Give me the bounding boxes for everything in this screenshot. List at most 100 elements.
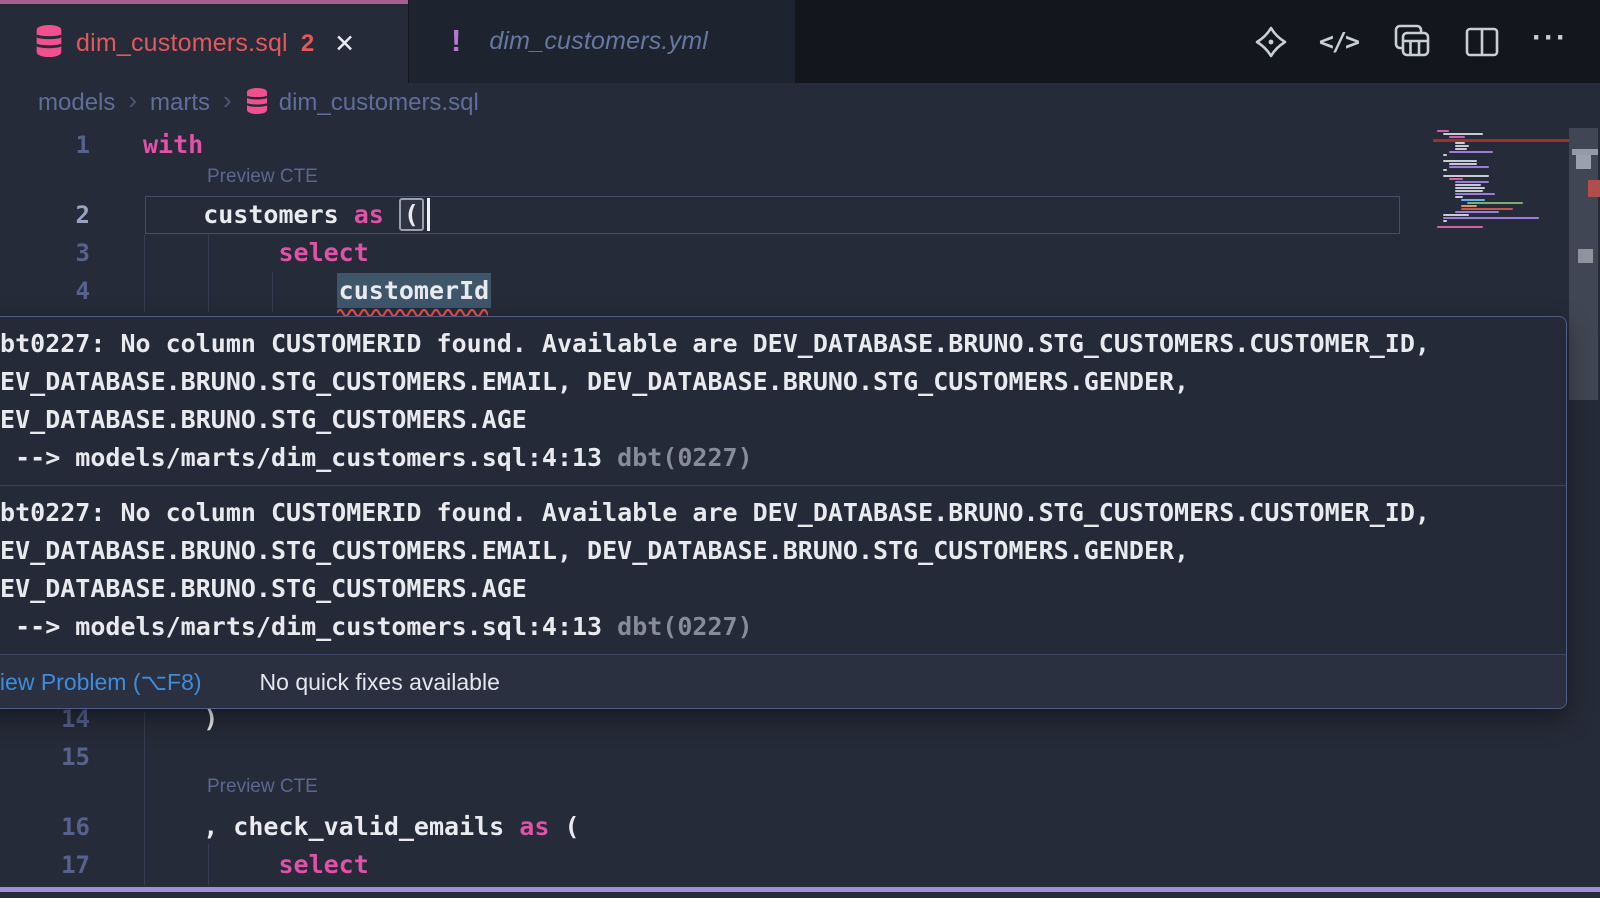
code-line[interactable]: select — [143, 234, 369, 272]
code-token — [143, 238, 278, 267]
line-number: 1 — [0, 126, 90, 164]
error-message-block: dbt0227: No column CUSTOMERID found. Ava… — [0, 317, 1566, 485]
error-message-line: DEV_DATABASE.BRUNO.STG_CUSTOMERS.EMAIL, … — [0, 532, 1566, 570]
tab-dim-customers-yml[interactable]: ! dim_customers.yml — [409, 0, 795, 83]
error-hover-tooltip: dbt0227: No column CUSTOMERID found. Ava… — [0, 316, 1567, 709]
line-number: 4 — [0, 272, 90, 310]
close-icon[interactable]: ✕ — [334, 29, 355, 59]
breadcrumb: models › marts › dim_customers.sql — [0, 83, 1600, 122]
error-location: --> models/marts/dim_customers.sql:4:13 — [0, 612, 617, 641]
code-token — [143, 850, 278, 879]
line-number: 15 — [0, 738, 90, 776]
codelens-preview-cte[interactable]: Preview CTE — [207, 776, 318, 798]
view-problem-link[interactable]: View Problem (⌥F8) — [0, 655, 202, 709]
minimap-code-line — [1467, 202, 1523, 204]
code-line[interactable]: , check_valid_emails as ( — [143, 808, 580, 846]
minimap-code-line — [1437, 226, 1483, 228]
code-token: , check_valid_emails — [143, 812, 519, 841]
minimap-code-line — [1455, 142, 1465, 144]
dbt-logo-icon[interactable] — [1253, 24, 1289, 60]
minimap-code-line — [1443, 169, 1447, 171]
minimap-code-line — [1461, 205, 1477, 207]
line-number: 17 — [0, 846, 90, 884]
codelens-preview-cte[interactable]: Preview CTE — [207, 166, 318, 188]
warning-exclamation-icon: ! — [451, 23, 461, 59]
error-message-line: dbt0227: No column CUSTOMERID found. Ava… — [0, 494, 1566, 532]
code-token: customers — [143, 200, 354, 229]
minimap-code-line — [1443, 214, 1469, 216]
error-message-block: dbt0227: No column CUSTOMERID found. Ava… — [0, 486, 1566, 654]
code-line[interactable]: customerId — [143, 272, 489, 310]
error-location-line: --> models/marts/dim_customers.sql:4:13 … — [0, 608, 1566, 646]
minimap-code-line — [1443, 217, 1539, 219]
code-line[interactable]: customers as ( — [143, 196, 430, 234]
minimap-code-line — [1449, 166, 1489, 168]
bracket-match-token: ( — [399, 198, 424, 231]
code-token — [384, 200, 399, 229]
line-number: 16 — [0, 808, 90, 846]
no-quick-fixes-label: No quick fixes available — [260, 655, 500, 709]
compile-code-icon[interactable]: </> — [1319, 27, 1358, 56]
code-line[interactable]: with — [143, 126, 203, 164]
tab-filename: dim_customers.sql — [76, 29, 288, 58]
minimap-code-line — [1455, 181, 1489, 183]
minimap-code-line — [1455, 211, 1499, 213]
error-message-line: DEV_DATABASE.BRUNO.STG_CUSTOMERS.AGE — [0, 401, 1566, 439]
minimap-code-line — [1449, 178, 1463, 180]
minimap-code-line — [1461, 208, 1513, 210]
tab-problem-count-badge: 2 — [301, 30, 314, 58]
keyword-token: as — [354, 200, 384, 229]
vscode-window: dim_customers.sql 2 ✕ ! dim_customers.ym… — [0, 0, 1600, 898]
error-code: dbt(0227) — [617, 612, 752, 641]
keyword-token: as — [519, 812, 549, 841]
minimap-code-line — [1455, 193, 1495, 195]
vertical-scrollbar[interactable] — [1569, 122, 1598, 898]
more-actions-icon[interactable]: ··· — [1532, 21, 1568, 55]
minimap-code-line — [1449, 151, 1493, 153]
minimap-code-line — [1437, 130, 1449, 132]
line-number: 3 — [0, 234, 90, 272]
minimap-error-line — [1433, 139, 1569, 142]
minimap-code-line — [1443, 220, 1447, 222]
chevron-right-icon: › — [128, 85, 137, 116]
split-editor-icon[interactable] — [1462, 24, 1502, 60]
window-bottom-border — [0, 887, 1600, 892]
error-code: dbt(0227) — [617, 443, 752, 472]
error-message-line: dbt0227: No column CUSTOMERID found. Ava… — [0, 325, 1566, 363]
breadcrumb-models[interactable]: models — [38, 89, 115, 117]
code-line[interactable]: select — [143, 846, 369, 884]
minimap-code-line — [1455, 145, 1469, 147]
database-icon — [245, 88, 269, 121]
minimap-code-line — [1455, 187, 1485, 189]
minimap-code-line — [1455, 148, 1467, 150]
keyword-token: with — [143, 130, 203, 159]
minimap-code-line — [1443, 133, 1483, 135]
error-location: --> models/marts/dim_customers.sql:4:13 — [0, 443, 617, 472]
error-location-line: --> models/marts/dim_customers.sql:4:13 … — [0, 439, 1566, 477]
editor-actions: </> ··· — [1253, 0, 1568, 83]
error-token: customerId — [337, 273, 492, 308]
tab-filename: dim_customers.yml — [489, 27, 708, 56]
minimap-code-line — [1443, 175, 1489, 177]
scrollbar-decoration — [1578, 249, 1593, 263]
error-squiggle — [337, 307, 488, 316]
breadcrumb-filename[interactable]: dim_customers.sql — [279, 89, 479, 117]
chevron-right-icon: › — [223, 85, 232, 116]
code-token — [143, 276, 339, 305]
error-message-line: DEV_DATABASE.BRUNO.STG_CUSTOMERS.AGE — [0, 570, 1566, 608]
code-editor[interactable]: 123414151617 with customers as ( select … — [0, 122, 1600, 898]
breadcrumb-marts[interactable]: marts — [150, 89, 210, 117]
tab-dim-customers-sql[interactable]: dim_customers.sql 2 ✕ — [0, 0, 408, 83]
minimap-code-line — [1449, 163, 1477, 165]
code-token: ( — [549, 812, 579, 841]
minimap-code-line — [1455, 190, 1483, 192]
minimap-code-line — [1461, 199, 1485, 201]
keyword-token: select — [278, 238, 368, 267]
minimap-code-line — [1443, 160, 1477, 162]
minimap-code-line — [1455, 184, 1481, 186]
scrollbar-decoration — [1588, 180, 1600, 197]
query-results-icon[interactable] — [1388, 22, 1432, 62]
hover-status-bar: View Problem (⌥F8) No quick fixes availa… — [0, 654, 1566, 708]
minimap-code-line — [1455, 196, 1463, 198]
tab-bar: dim_customers.sql 2 ✕ ! dim_customers.ym… — [0, 0, 1600, 83]
